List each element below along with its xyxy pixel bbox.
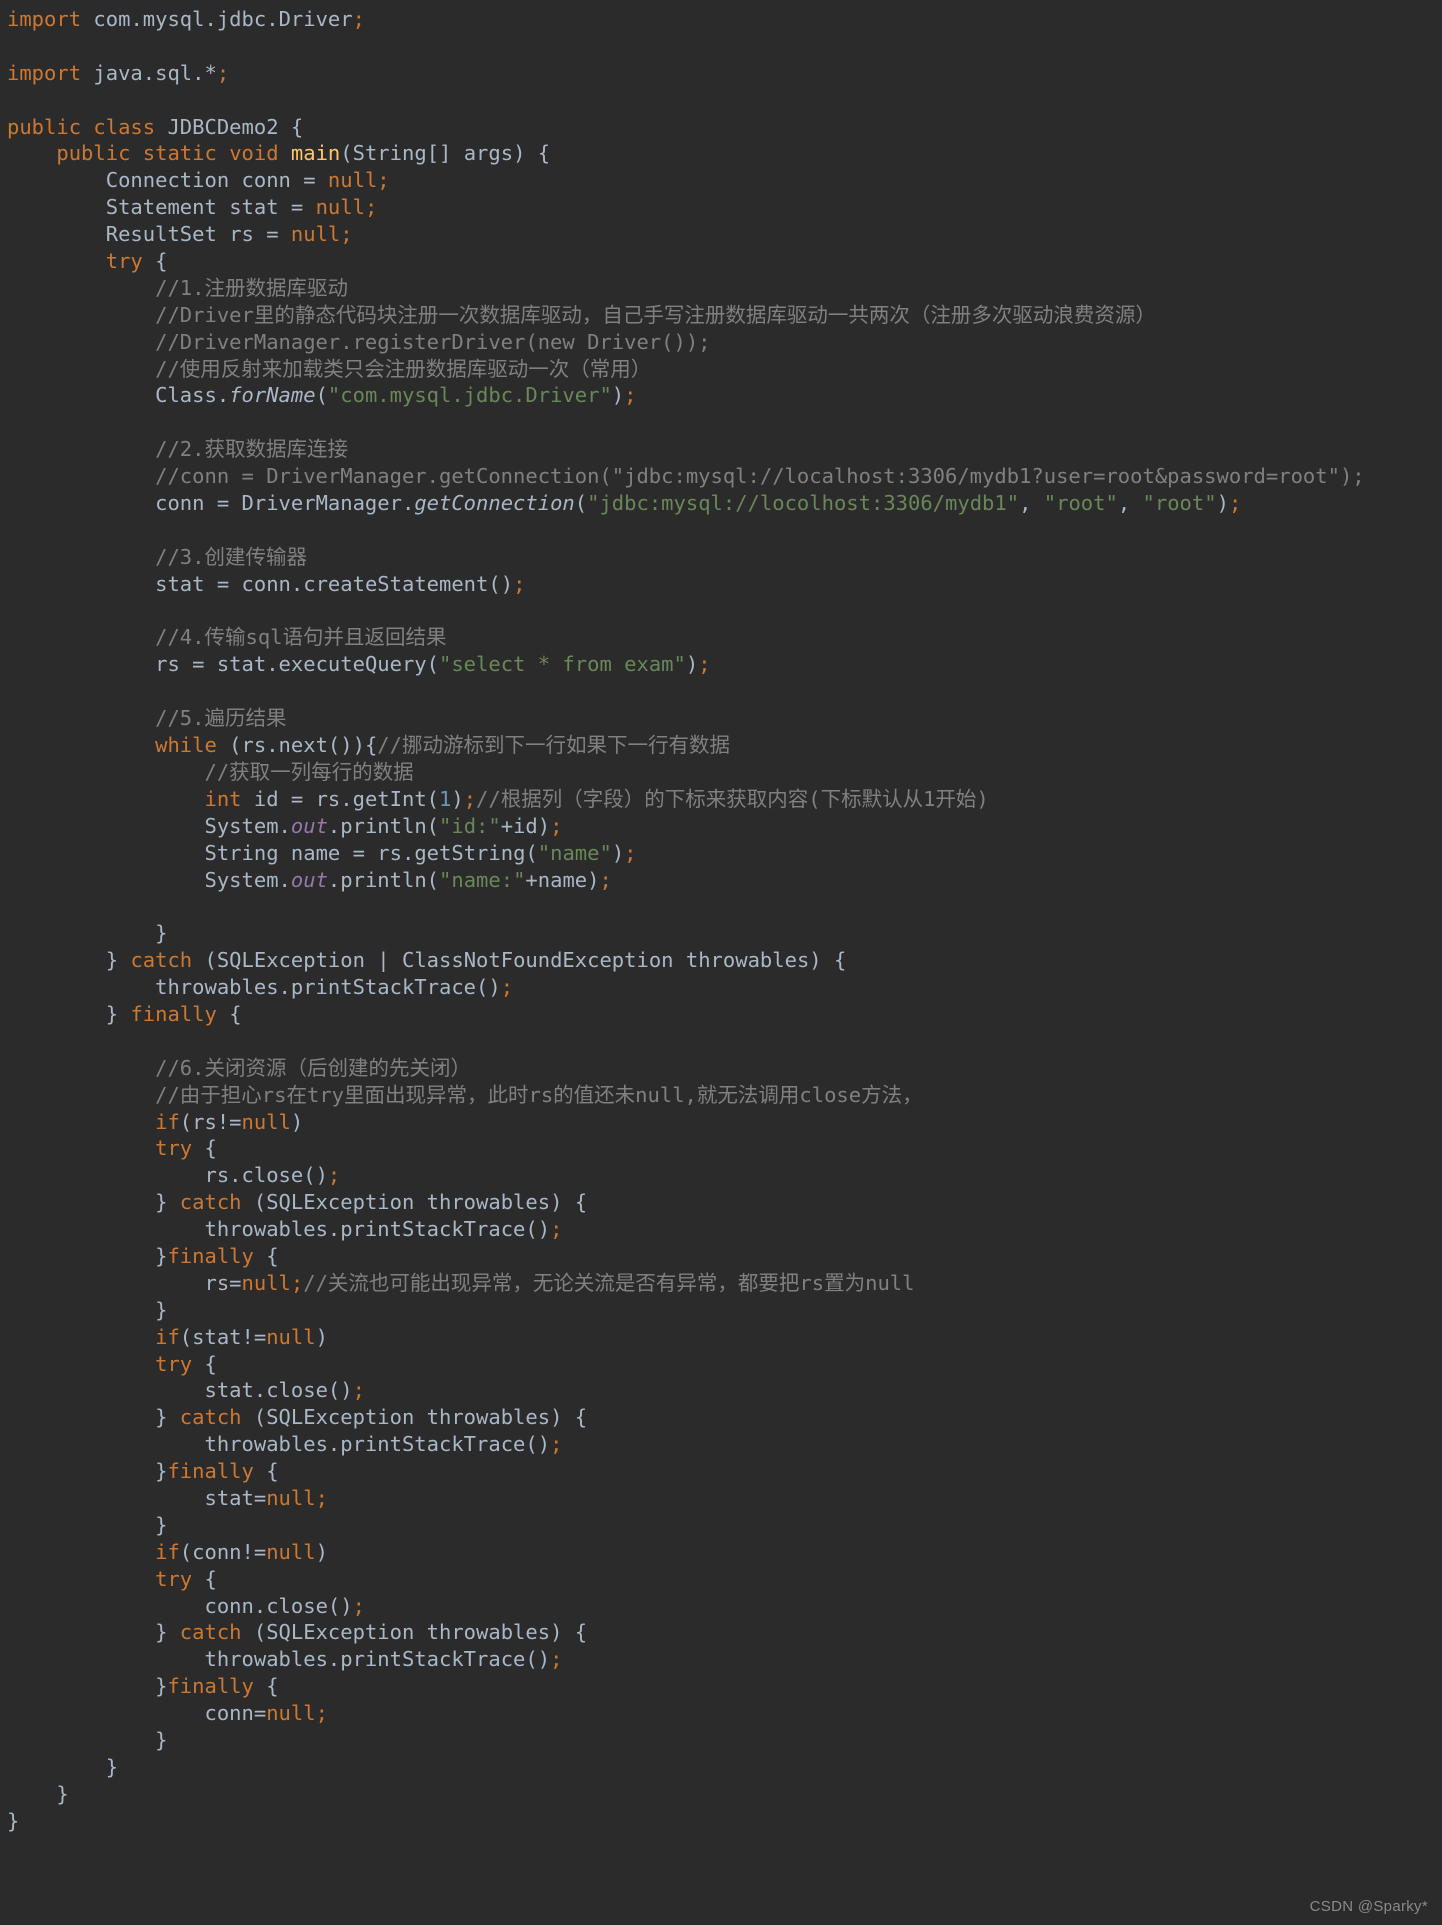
- code-line: rs = stat.executeQuery("select * from ex…: [155, 652, 711, 677]
- code-line: //4.传输sql语句并且返回结果: [155, 625, 447, 650]
- code-line: //获取一列每行的数据: [204, 759, 414, 784]
- code-line: }: [155, 1512, 168, 1537]
- code-line: //使用反射来加载类只会注册数据库驱动一次（常用）: [155, 356, 652, 381]
- code-line: rs.close();: [204, 1163, 341, 1188]
- code-line: //2.获取数据库连接: [155, 437, 348, 462]
- code-line: //6.关闭资源（后创建的先关闭）: [155, 1055, 471, 1080]
- code-line: import com.mysql.jdbc.Driver;: [7, 7, 365, 31]
- code-line: conn.close();: [204, 1593, 365, 1618]
- code-line: System.out.println("name:"+name);: [204, 867, 612, 892]
- code-line: //5.遍历结果: [155, 706, 287, 731]
- code-line: //Driver里的静态代码块注册一次数据库驱动，自己手写注册数据库驱动一共两次…: [155, 302, 1156, 327]
- csdn-watermark: CSDN @Sparky*: [1309, 1898, 1428, 1915]
- code-line: }finally {: [155, 1459, 279, 1484]
- code-line: //由于担心rs在try里面出现异常，此时rs的值还未null,就无法调用clo…: [155, 1082, 923, 1107]
- code-line: } catch (SQLException throwables) {: [155, 1405, 588, 1430]
- code-line: if(stat!=null): [155, 1324, 328, 1349]
- code-line: if(rs!=null): [155, 1109, 304, 1134]
- code-line: }finally {: [155, 1674, 279, 1699]
- code-line: } catch (SQLException | ClassNotFoundExc…: [105, 948, 847, 973]
- code-line: Connection conn = null;: [105, 168, 390, 193]
- code-line: import java.sql.*;: [7, 60, 230, 85]
- code-line: throwables.printStackTrace();: [204, 1432, 563, 1457]
- code-line: int id = rs.getInt(1);//根据列（字段）的下标来获取内容(…: [204, 786, 989, 811]
- code-line: //3.创建传输器: [155, 544, 307, 569]
- code-line: } catch (SQLException throwables) {: [155, 1620, 588, 1645]
- code-line: }: [7, 1808, 20, 1833]
- code-line: }: [105, 1754, 119, 1779]
- code-line: } catch (SQLException throwables) {: [155, 1190, 588, 1215]
- code-line: }: [155, 1297, 168, 1322]
- code-line: }finally {: [155, 1243, 279, 1268]
- code-line: try {: [155, 1566, 217, 1591]
- code-line: throwables.printStackTrace();: [155, 975, 514, 1000]
- code-line: System.out.println("id:"+id);: [204, 813, 563, 838]
- code-line: } finally {: [105, 1001, 242, 1026]
- code-editor[interactable]: import com.mysql.jdbc.Driver; import jav…: [0, 0, 1442, 1925]
- code-line: conn = DriverManager.getConnection("jdbc…: [155, 491, 1242, 516]
- code-line: while (rs.next()){//挪动游标到下一行如果下一行有数据: [155, 733, 730, 758]
- code-line: }: [56, 1781, 69, 1806]
- code-line: try {: [105, 249, 168, 274]
- code-line: conn=null;: [204, 1701, 328, 1726]
- code-line: if(conn!=null): [155, 1539, 328, 1564]
- code-line: public static void main(String[] args) {: [56, 141, 551, 166]
- code-line: //DriverManager.registerDriver(new Drive…: [155, 329, 711, 354]
- code-line: public class JDBCDemo2 {: [7, 114, 304, 139]
- code-line: Statement stat = null;: [105, 195, 378, 220]
- code-line: stat=null;: [204, 1485, 328, 1510]
- code-line: try {: [155, 1136, 217, 1161]
- code-line: throwables.printStackTrace();: [204, 1647, 563, 1672]
- code-line: Class.forName("com.mysql.jdbc.Driver");: [155, 383, 637, 408]
- code-line: //1.注册数据库驱动: [155, 275, 348, 300]
- code-line: try {: [155, 1351, 217, 1376]
- code-line: stat = conn.createStatement();: [155, 571, 526, 596]
- code-line: stat.close();: [204, 1378, 365, 1403]
- code-line: ResultSet rs = null;: [105, 222, 353, 247]
- code-text-area[interactable]: import com.mysql.jdbc.Driver; import jav…: [0, 6, 1442, 1835]
- code-line: throwables.printStackTrace();: [204, 1217, 563, 1242]
- code-line: //conn = DriverManager.getConnection("jd…: [155, 464, 1365, 489]
- code-line: rs=null;//关流也可能出现异常，无论关流是否有异常，都要把rs置为nul…: [204, 1270, 915, 1295]
- code-line: String name = rs.getString("name");: [204, 840, 637, 865]
- code-line: }: [155, 1728, 168, 1752]
- code-line: }: [155, 921, 168, 946]
